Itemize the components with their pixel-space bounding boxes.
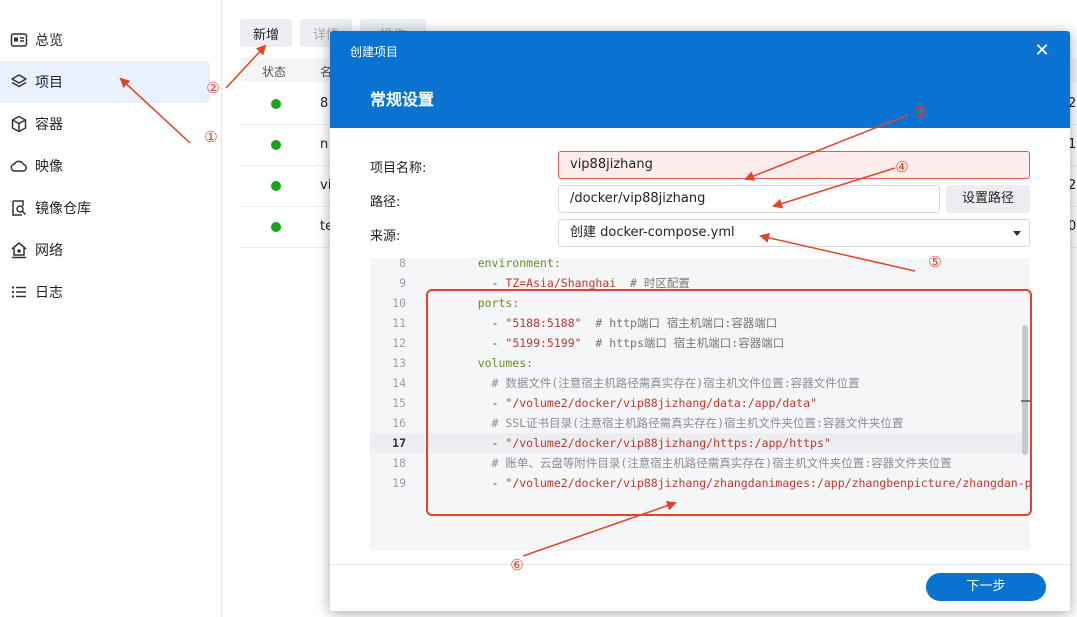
annotation-marker-5: ⑤ [928,253,942,271]
sidebar-item-overview[interactable]: 总览 [0,19,210,61]
compose-editor[interactable]: 8 environment: 9 - TZ=Asia/Shanghai # 时区配… [370,258,1030,551]
layers-icon [10,73,28,91]
app-root: 总览 项目 容器 映像 镜像仓库 网络 日志 新增 详情 状态 名 8 2 n … [0,0,1077,617]
annotation-marker-1: ① [204,128,218,146]
code-text: - "/volume2/docker/vip88jizhang/https:/a… [450,436,831,450]
sidebar-item-projects[interactable]: 项目 [0,61,210,103]
annotation-marker-2: ② [206,79,220,97]
dashboard-icon [10,31,28,49]
line-number: 13 [392,356,406,370]
code-line[interactable]: 11 - "5188:5188" # http端口 宿主机端口:容器端口 [370,313,1030,333]
line-number: 11 [392,316,406,330]
code-text: - "5199:5199" # https端口 宿主机端口:容器端口 [450,336,785,350]
source-label: 来源: [370,229,401,244]
editor-scrollbar[interactable] [1022,325,1028,455]
annotation-marker-6: ⑥ [510,556,524,574]
code-line[interactable]: 16 # SSL证书目录(注意宿主机路径需真实存在)宿主机文件夹位置:容器文件夹… [370,413,1030,433]
create-project-dialog: 创建项目 常规设置 ✕ 项目名称: vip88jizhang 路径: /dock… [330,31,1070,611]
set-path-button[interactable]: 设置路径 [946,185,1030,213]
row-name: 8 [320,96,329,111]
sidebar-item-label: 镜像仓库 [35,201,91,217]
code-text: # 数据文件(注意宿主机路径需真实存在)宿主机文件位置:容器文件位置 [450,376,860,390]
sidebar-item-containers[interactable]: 容器 [0,103,210,145]
path-label: 路径: [370,195,401,210]
project-name-input[interactable]: vip88jizhang [558,151,1030,179]
code-text: # SSL证书目录(注意宿主机路径需真实存在)宿主机文件夹位置:容器文件夹位置 [450,416,904,430]
code-line[interactable]: 18 # 账单、云盘等附件目录(注意宿主机路径需真实存在)宿主机文件夹位置:容器… [370,453,1030,473]
sidebar-item-label: 日志 [35,285,63,301]
dialog-caption: 创建项目 [350,45,399,59]
scrollbar-marker [1021,400,1030,402]
line-number: 16 [392,416,406,430]
line-number: 8 [399,258,406,270]
sidebar-item-label: 容器 [35,117,63,133]
code-line[interactable]: 10 ports: [370,293,1030,313]
next-button[interactable]: 下一步 [926,573,1046,601]
annotation-marker-3: ③ [913,103,927,121]
dialog-title: 常规设置 [370,90,435,109]
code-line[interactable]: 12 - "5199:5199" # https端口 宿主机端口:容器端口 [370,333,1030,353]
dialog-header: 创建项目 常规设置 ✕ [330,31,1070,128]
caret-down-icon [1013,231,1021,236]
line-number: 18 [392,456,406,470]
code-text: # 账单、云盘等附件目录(注意宿主机路径需真实存在)宿主机文件夹位置:容器文件夹… [450,456,952,470]
new-button[interactable]: 新增 [240,19,292,47]
code-text: - TZ=Asia/Shanghai # 时区配置 [450,276,690,290]
source-select-value: 创建 docker-compose.yml [570,225,735,240]
sidebar-item-registry[interactable]: 镜像仓库 [0,187,210,229]
close-icon[interactable]: ✕ [1032,41,1052,61]
line-number: 17 [392,436,406,450]
path-input[interactable]: /docker/vip88jizhang [558,185,940,213]
code-text: - "/volume2/docker/vip88jizhang/zhangdan… [450,476,1030,490]
row-name: n [320,137,329,152]
code-line[interactable]: 14 # 数据文件(注意宿主机路径需真实存在)宿主机文件位置:容器文件位置 [370,373,1030,393]
annotation-marker-4: ④ [895,158,909,176]
sidebar-item-label: 总览 [35,33,63,49]
line-number: 9 [399,276,406,290]
sidebar-item-label: 网络 [35,243,63,259]
line-number: 14 [392,376,406,390]
sidebar-item-logs[interactable]: 日志 [0,271,210,313]
line-number: 12 [392,336,406,350]
status-dot-running [271,181,281,191]
cube-icon [10,115,28,133]
code-text: volumes: [450,356,534,370]
network-home-icon [10,241,28,259]
sidebar-item-network[interactable]: 网络 [0,229,210,271]
status-dot-running [271,140,281,150]
status-dot-running [271,222,281,232]
project-name-label: 项目名称: [370,161,427,176]
cloud-icon [10,157,28,175]
sidebar-item-label: 项目 [35,75,63,91]
registry-search-icon [10,199,28,217]
sidebar-item-label: 映像 [35,159,63,175]
line-number: 10 [392,296,406,310]
source-select[interactable]: 创建 docker-compose.yml [558,219,1030,247]
line-number: 19 [392,476,406,490]
code-line[interactable]: 9 - TZ=Asia/Shanghai # 时区配置 [370,273,1030,293]
line-number: 15 [392,396,406,410]
code-text: ports: [450,296,520,310]
code-text: environment: [450,258,561,270]
code-line[interactable]: 17 - "/volume2/docker/vip88jizhang/https… [370,433,1030,453]
status-dot-running [271,99,281,109]
column-header-status[interactable]: 状态 [262,63,286,80]
code-line[interactable]: 15 - "/volume2/docker/vip88jizhang/data:… [370,393,1030,413]
code-text: - "5188:5188" # http端口 宿主机端口:容器端口 [450,316,778,330]
list-icon [10,283,28,301]
sidebar-item-images[interactable]: 映像 [0,145,210,187]
code-text: - "/volume2/docker/vip88jizhang/data:/ap… [450,396,817,410]
sidebar: 总览 项目 容器 映像 镜像仓库 网络 日志 [0,0,222,617]
code-line[interactable]: 19 - "/volume2/docker/vip88jizhang/zhang… [370,473,1030,493]
code-line[interactable]: 13 volumes: [370,353,1030,373]
